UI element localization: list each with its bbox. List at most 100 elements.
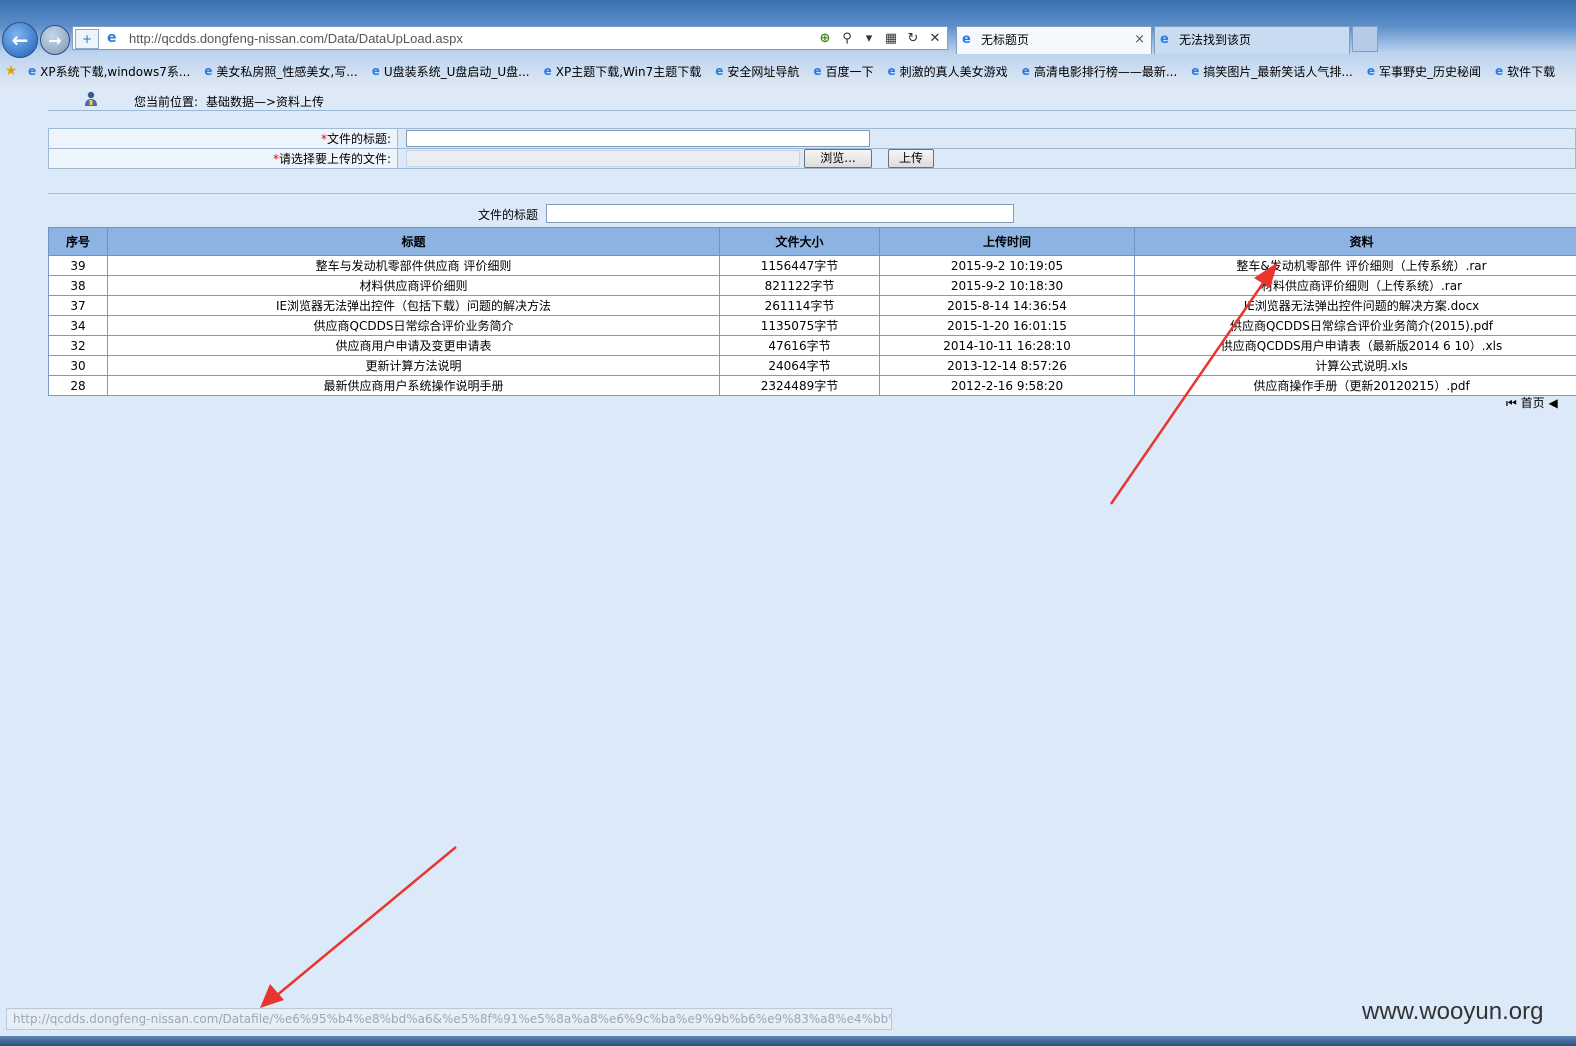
first-page-link[interactable]: 首页: [1521, 396, 1545, 410]
watermark: www.wooyun.org: [1362, 998, 1544, 1025]
file-download-link[interactable]: 计算公式说明.xls: [1134, 355, 1576, 376]
cell-time: 2013-12-14 8:57:26: [879, 355, 1135, 376]
cell-size: 261114字节: [719, 295, 880, 316]
table-row: 37 IE浏览器无法弹出控件（包括下载）问题的解决方法 261114字节 201…: [48, 295, 1576, 316]
table-row: 39 整车与发动机零部件供应商 评价细则 1156447字节 2015-9-2 …: [48, 255, 1576, 276]
favorite-link[interactable]: e XP主题下载,Win7主题下载: [538, 63, 702, 80]
close-icon[interactable]: ×: [1134, 27, 1145, 53]
stop-icon[interactable]: ✕: [927, 31, 943, 46]
ie-link-icon: e: [1021, 64, 1030, 78]
ie-tab-icon: e: [962, 32, 971, 47]
file-download-link[interactable]: 供应商QCDDS用户申请表（最新版2014 6 10）.xls: [1134, 335, 1576, 356]
arrow-right-icon: →: [48, 30, 62, 50]
favorite-link[interactable]: e XP系统下载,windows7系...: [22, 63, 190, 80]
tab-label: 无法找到该页: [1179, 33, 1252, 47]
ie-page-icon: e: [107, 30, 117, 46]
address-bar[interactable]: + e http://qcdds.dongfeng-nissan.com/Dat…: [72, 26, 948, 50]
new-tab-plus-icon[interactable]: +: [75, 29, 99, 49]
file-field-cell: 浏览... 上传: [397, 148, 1576, 169]
cell-id: 37: [48, 295, 108, 316]
first-page-icon[interactable]: ⏮: [1506, 396, 1517, 410]
file-download-link[interactable]: IE浏览器无法弹出控件问题的解决方案.docx: [1134, 295, 1576, 316]
file-download-link[interactable]: 供应商QCDDS日常综合评价业务简介(2015).pdf: [1134, 315, 1576, 336]
file-download-link[interactable]: 材料供应商评价细则（上传系统）.rar: [1134, 275, 1576, 296]
file-field-label: *请选择要上传的文件:: [48, 148, 398, 169]
favorite-link[interactable]: e 软件下载: [1489, 63, 1555, 80]
taskbar: [0, 1036, 1576, 1046]
breadcrumb-path: 基础数据—>资料上传: [206, 95, 325, 109]
ie-link-icon: e: [204, 64, 213, 78]
ie-link-icon: e: [28, 64, 37, 78]
cell-id: 34: [48, 315, 108, 336]
cell-time: 2015-8-14 14:36:54: [879, 295, 1135, 316]
favorite-link[interactable]: e 安全网址导航: [709, 63, 799, 80]
page-content: 您当前位置: 基础数据—>资料上传 *文件的标题: *请选择要上传的文件: 浏览…: [0, 88, 1576, 1008]
cell-id: 28: [48, 375, 108, 396]
prev-page-icon[interactable]: ◀: [1548, 396, 1557, 410]
file-title-input[interactable]: [406, 130, 870, 147]
favorite-link[interactable]: e 百度一下: [807, 63, 873, 80]
new-tab-button[interactable]: [1352, 26, 1378, 52]
status-bar-url: http://qcdds.dongfeng-nissan.com/Datafil…: [6, 1008, 892, 1030]
favorite-link[interactable]: e 刺激的真人美女游戏: [882, 63, 1008, 80]
address-url[interactable]: http://qcdds.dongfeng-nissan.com/Data/Da…: [129, 31, 463, 46]
back-button[interactable]: ←: [2, 22, 38, 58]
ie-link-icon: e: [1191, 64, 1200, 78]
search-icon[interactable]: ⚲: [839, 31, 855, 46]
ie-link-icon: e: [1366, 64, 1376, 78]
forward-button[interactable]: →: [40, 25, 70, 55]
cell-title: 供应商用户申请及变更申请表: [107, 335, 720, 356]
compatibility-icon[interactable]: ▦: [883, 31, 899, 46]
favorite-link[interactable]: e 美女私房照_性感美女,写...: [198, 63, 357, 80]
ie-link-icon: e: [813, 64, 822, 78]
column-header-file: 资料: [1134, 227, 1576, 256]
favorite-link[interactable]: e 搞笑图片_最新笑话人气排...: [1185, 63, 1353, 80]
table-row: 28 最新供应商用户系统操作说明手册 2324489字节 2012-2-16 9…: [48, 375, 1576, 396]
favorite-link[interactable]: e U盘装系统_U盘启动_U盘...: [366, 63, 530, 80]
cell-size: 1135075字节: [719, 315, 880, 336]
cell-time: 2015-9-2 10:18:30: [879, 275, 1135, 296]
file-path-input[interactable]: [406, 150, 800, 167]
title-row: *文件的标题:: [48, 128, 1576, 149]
table-row: 32 供应商用户申请及变更申请表 47616字节 2014-10-11 16:2…: [48, 335, 1576, 356]
favorite-link[interactable]: e 军事野史_历史秘闻: [1361, 63, 1481, 80]
user-icon: [85, 91, 97, 106]
breadcrumb-label: 您当前位置:: [134, 95, 199, 109]
cell-title: 材料供应商评价细则: [107, 275, 720, 296]
cell-time: 2015-9-2 10:19:05: [879, 255, 1135, 276]
file-table: 序号 标题 文件大小 上传时间 资料 39 整车与发动机零部件供应商 评价细则 …: [48, 227, 1576, 396]
column-header-size: 文件大小: [719, 227, 880, 256]
pager: ⏮ 首页 ◀: [1506, 394, 1558, 411]
tab-inactive[interactable]: e 无法找到该页: [1154, 26, 1350, 54]
table-row: 34 供应商QCDDS日常综合评价业务简介 1135075字节 2015-1-2…: [48, 315, 1576, 336]
cell-id: 39: [48, 255, 108, 276]
column-header-time: 上传时间: [879, 227, 1135, 256]
upload-button[interactable]: 上传: [888, 149, 934, 168]
cell-id: 32: [48, 335, 108, 356]
address-tools: ⊕ ⚲ ▾ ▦ ↻ ✕: [817, 29, 943, 47]
cell-time: 2012-2-16 9:58:20: [879, 375, 1135, 396]
breadcrumb: 您当前位置: 基础数据—>资料上传: [48, 90, 1576, 111]
cell-time: 2014-10-11 16:28:10: [879, 335, 1135, 356]
browser-toolbar: ← → + e http://qcdds.dongfeng-nissan.com…: [0, 22, 1576, 58]
favorites-star-icon[interactable]: ★: [0, 63, 22, 79]
title-field-label: *文件的标题:: [48, 128, 398, 149]
ie-link-icon: e: [371, 64, 380, 78]
browse-button[interactable]: 浏览...: [804, 149, 872, 168]
file-row: *请选择要上传的文件: 浏览... 上传: [48, 148, 1576, 169]
refresh-icon[interactable]: ↻: [905, 31, 921, 46]
file-download-link[interactable]: 供应商操作手册（更新20120215）.pdf: [1134, 375, 1576, 396]
table-header-row: 序号 标题 文件大小 上传时间 资料: [48, 227, 1576, 256]
dropdown-icon[interactable]: ▾: [861, 31, 877, 46]
cell-title: 更新计算方法说明: [107, 355, 720, 376]
search-title-input[interactable]: [546, 204, 1014, 223]
compat-view-icon[interactable]: ⊕: [817, 31, 833, 46]
ie-link-icon: e: [1495, 64, 1504, 78]
file-download-link[interactable]: 整车&发动机零部件 评价细则（上传系统）.rar: [1134, 255, 1576, 276]
favorite-link[interactable]: e 高清电影排行榜——最新...: [1016, 63, 1178, 80]
browser-chrome: ← → + e http://qcdds.dongfeng-nissan.com…: [0, 0, 1576, 88]
table-row: 30 更新计算方法说明 24064字节 2013-12-14 8:57:26 计…: [48, 355, 1576, 376]
table-row: 38 材料供应商评价细则 821122字节 2015-9-2 10:18:30 …: [48, 275, 1576, 296]
tab-active[interactable]: e 无标题页 ×: [956, 26, 1152, 54]
column-header-title: 标题: [107, 227, 720, 256]
